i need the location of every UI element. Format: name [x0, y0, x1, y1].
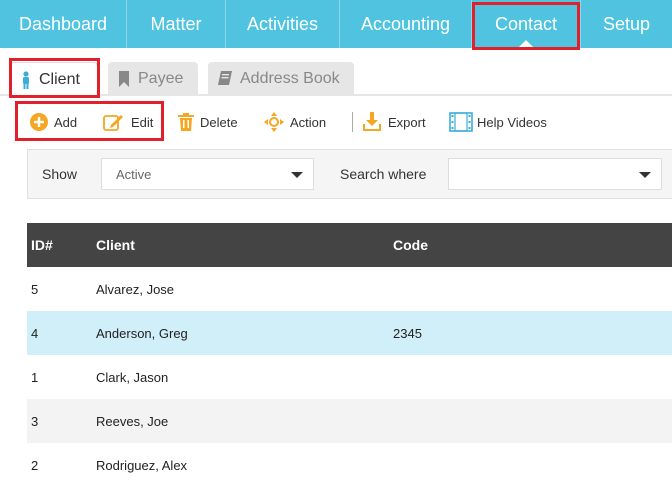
top-nav: Dashboard Matter Activities Accounting C…: [0, 0, 672, 48]
tab-payee-label: Payee: [138, 70, 184, 87]
show-select[interactable]: Active: [101, 158, 314, 190]
trash-icon: [178, 113, 194, 131]
search-where-label: Search where: [340, 166, 427, 182]
edit-icon: [103, 112, 125, 132]
action-button[interactable]: Action: [264, 108, 326, 136]
row-code: 2345: [393, 325, 422, 341]
nav-dashboard[interactable]: Dashboard: [0, 0, 127, 48]
toolbar-divider: [352, 112, 353, 132]
export-button[interactable]: Export: [362, 108, 426, 136]
row-id: 1: [31, 369, 39, 385]
show-label: Show: [42, 166, 78, 182]
row-id: 3: [31, 413, 39, 429]
chevron-down-icon: [291, 172, 303, 178]
film-icon: [449, 112, 473, 132]
nav-contact[interactable]: Contact: [472, 0, 581, 48]
help-videos-label: Help Videos: [477, 114, 547, 130]
table-header: ID# Client Code: [27, 223, 672, 267]
move-arrows-icon: [264, 112, 284, 132]
nav-accounting[interactable]: Accounting: [340, 0, 472, 48]
add-label: Add: [54, 114, 78, 130]
tab-address-book-label: Address Book: [240, 70, 340, 87]
row-client: Clark, Jason: [96, 369, 169, 385]
book-icon: [218, 71, 232, 87]
table-row[interactable]: 2 Rodriguez, Alex: [27, 443, 672, 487]
tab-address-book[interactable]: Address Book: [208, 62, 354, 96]
help-videos-button[interactable]: Help Videos: [449, 108, 547, 136]
table-row[interactable]: 5 Alvarez, Jose: [27, 267, 672, 311]
chevron-down-icon: [639, 172, 651, 178]
header-id[interactable]: ID#: [31, 223, 53, 267]
filter-bar: Show Active Search where: [27, 149, 672, 199]
download-icon: [362, 112, 382, 132]
header-client[interactable]: Client: [96, 223, 135, 267]
sub-tabs: Client Payee Address Book: [0, 60, 672, 96]
edit-label: Edit: [131, 114, 154, 130]
add-button[interactable]: Add: [30, 108, 77, 136]
show-select-value: Active: [116, 166, 152, 182]
tab-client[interactable]: Client: [10, 62, 98, 96]
table-row[interactable]: 3 Reeves, Joe: [27, 399, 672, 443]
toolbar: Add Edit Delete Action Export Help Video…: [0, 100, 672, 144]
nav-setup[interactable]: Setup: [581, 0, 672, 48]
nav-activities[interactable]: Activities: [226, 0, 340, 48]
action-label: Action: [290, 114, 327, 130]
edit-button[interactable]: Edit: [103, 108, 153, 136]
row-id: 2: [31, 457, 39, 473]
row-id: 5: [31, 281, 39, 297]
delete-label: Delete: [200, 114, 238, 130]
delete-button[interactable]: Delete: [178, 108, 238, 136]
plus-circle-icon: [30, 113, 48, 131]
table-row[interactable]: 4 Anderson, Greg 2345: [27, 311, 672, 355]
nav-matter[interactable]: Matter: [127, 0, 226, 48]
row-id: 4: [31, 325, 39, 341]
client-table: ID# Client Code 5 Alvarez, Jose 4 Anders…: [27, 223, 672, 487]
bookmark-icon: [118, 71, 130, 87]
row-client: Anderson, Greg: [96, 325, 188, 341]
row-client: Reeves, Joe: [96, 413, 169, 429]
search-where-select[interactable]: [448, 158, 662, 190]
row-client: Alvarez, Jose: [96, 281, 175, 297]
row-client: Rodriguez, Alex: [96, 457, 188, 473]
tab-payee[interactable]: Payee: [108, 62, 198, 96]
person-icon: [21, 70, 31, 89]
header-code[interactable]: Code: [393, 223, 428, 267]
tab-client-label: Client: [39, 70, 80, 88]
export-label: Export: [388, 114, 426, 130]
table-row[interactable]: 1 Clark, Jason: [27, 355, 672, 399]
